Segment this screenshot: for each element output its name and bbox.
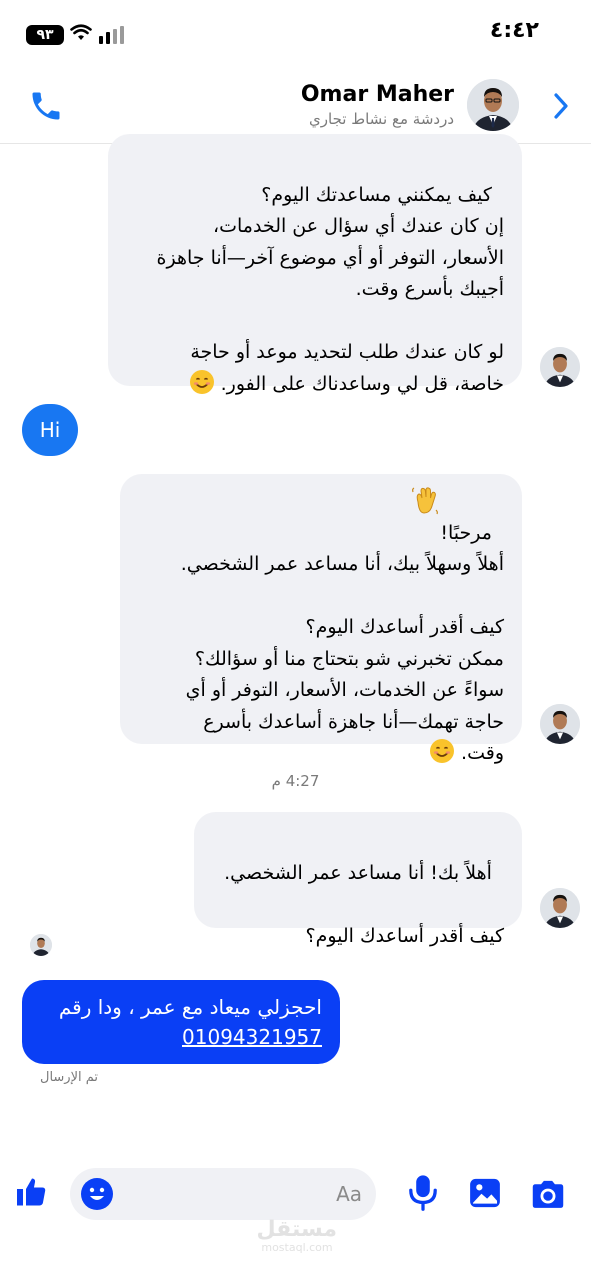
smiling-face-emoji-icon: [430, 739, 454, 763]
sent-message-hi[interactable]: Hi: [22, 404, 78, 456]
watermark-domain: mostaql.com: [261, 1241, 333, 1254]
sent-message[interactable]: احجزلي ميعاد مع عمر ، ودا رقم 0109432195…: [22, 980, 340, 1064]
message-input[interactable]: Aa: [70, 1168, 376, 1220]
sent-message-text: احجزلي ميعاد مع عمر ، ودا رقم: [58, 995, 322, 1019]
contact-subtitle: دردشة مع نشاط تجاري: [309, 110, 454, 128]
message-text: كيف يمكنني مساعدتك اليوم؟ إن كان عندك أي…: [156, 183, 504, 395]
contact-avatar[interactable]: [467, 79, 519, 131]
gallery-icon[interactable]: [468, 1176, 502, 1210]
time-separator: 4:27 م: [271, 772, 320, 790]
received-message[interactable]: كيف يمكنني مساعدتك اليوم؟ إن كان عندك أي…: [108, 134, 522, 395]
chevron-right-icon[interactable]: [553, 92, 569, 120]
received-message[interactable]: مرحبًا! أهلاً وسهلاً بيك، أنا مساعد عمر …: [120, 474, 522, 764]
contact-name[interactable]: Omar Maher: [301, 82, 454, 107]
thumbs-up-icon[interactable]: [14, 1174, 50, 1210]
signal-icon: [99, 26, 124, 44]
battery-indicator: ٩٣: [26, 25, 64, 45]
watermark-arabic: مستقل: [256, 1217, 337, 1242]
emoji-icon[interactable]: [80, 1177, 114, 1211]
input-placeholder: Aa: [336, 1182, 362, 1206]
smiling-face-emoji-icon: [189, 369, 214, 394]
sender-avatar[interactable]: [540, 888, 580, 928]
read-receipt-avatar: [30, 934, 52, 956]
status-time: ٤:٤٢: [489, 18, 539, 43]
waving-hand-emoji-icon: [412, 487, 438, 515]
phone-call-icon[interactable]: [28, 88, 64, 124]
received-message[interactable]: أهلاً بك! أنا مساعد عمر الشخصي. كيف أقدر…: [194, 812, 522, 947]
camera-icon[interactable]: [530, 1178, 566, 1210]
message-text: أهلاً بك! أنا مساعد عمر الشخصي. كيف أقدر…: [224, 861, 504, 947]
sender-avatar[interactable]: [540, 704, 580, 744]
sent-status: تم الإرسال: [40, 1070, 99, 1085]
wifi-icon: [70, 24, 92, 40]
status-bar: ٩٣ ٤:٤٢: [0, 0, 591, 70]
phone-number-link[interactable]: 01094321957: [40, 1022, 322, 1052]
watermark-logo: مستقل mostaql.com: [257, 1218, 337, 1254]
chat-header: Omar Maher دردشة مع نشاط تجاري: [0, 70, 591, 144]
sender-avatar[interactable]: [540, 347, 580, 387]
message-text: مرحبًا! أهلاً وسهلاً بيك، أنا مساعد عمر …: [180, 521, 504, 765]
microphone-icon[interactable]: [406, 1174, 440, 1212]
